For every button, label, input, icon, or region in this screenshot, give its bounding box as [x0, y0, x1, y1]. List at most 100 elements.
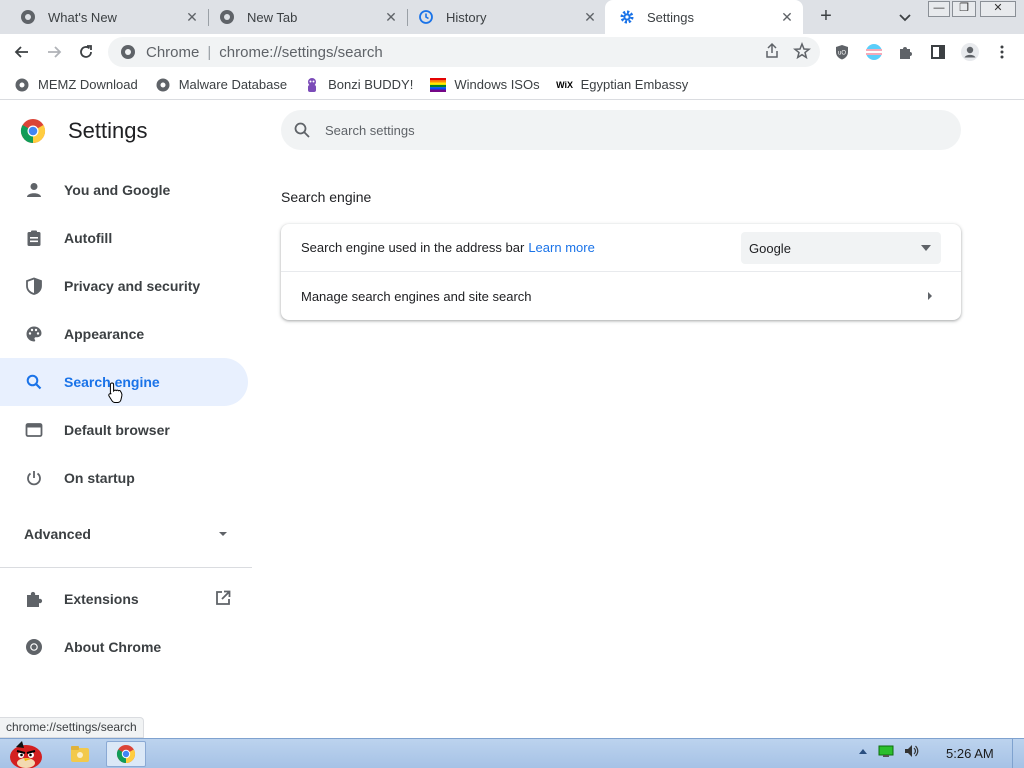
- site-info-chip[interactable]: Chrome: [120, 44, 199, 61]
- bookmark-memz-download[interactable]: MEMZ Download: [14, 77, 138, 93]
- bonzi-icon: [304, 77, 320, 93]
- forward-button[interactable]: [42, 40, 66, 64]
- sidebar-item-default-browser[interactable]: Default browser: [0, 406, 248, 454]
- toolbar: Chrome | chrome://settings/search uO: [0, 34, 1024, 70]
- show-desktop-button[interactable]: [1012, 739, 1024, 768]
- sidebar-divider: [0, 567, 252, 568]
- trans-flag-icon: [866, 44, 882, 60]
- tab-title: New Tab: [247, 9, 298, 25]
- close-window-button[interactable]: ✕: [980, 1, 1016, 17]
- share-icon[interactable]: [762, 41, 782, 61]
- close-icon[interactable]: ✕: [383, 9, 399, 25]
- settings-search-box[interactable]: [281, 110, 961, 150]
- status-bubble: chrome://settings/search: [0, 717, 144, 738]
- bookmarks-bar: MEMZ Download Malware Database Bonzi BUD…: [0, 70, 1024, 100]
- system-tray: [858, 744, 920, 758]
- close-icon[interactable]: ✕: [582, 9, 598, 25]
- close-icon[interactable]: ✕: [184, 9, 200, 25]
- extensions-button[interactable]: [894, 40, 918, 64]
- bookmark-star-icon[interactable]: [792, 41, 812, 61]
- svg-text:uO: uO: [838, 51, 846, 57]
- new-tab-button[interactable]: +: [814, 5, 838, 29]
- chrome-logo-icon: [20, 119, 46, 143]
- sidebar-item-privacy-and-security[interactable]: Privacy and security: [0, 262, 248, 310]
- address-bar[interactable]: Chrome | chrome://settings/search: [108, 37, 820, 67]
- open-in-new-icon[interactable]: [214, 589, 232, 607]
- sidebar-item-you-and-google[interactable]: You and Google: [0, 166, 248, 214]
- sidebar-item-about-chrome[interactable]: About Chrome: [0, 623, 248, 671]
- bookmark-egyptian-embassy[interactable]: WiX Egyptian Embassy: [556, 77, 688, 93]
- search-icon: [24, 372, 44, 392]
- sidebar-item-search-engine[interactable]: Search engine: [0, 358, 248, 406]
- learn-more-link[interactable]: Learn more: [528, 240, 594, 255]
- ublock-extension-button[interactable]: uO: [830, 40, 854, 64]
- settings-sidebar: You and Google Autofill Privacy and secu…: [0, 166, 252, 502]
- taskbar-app-explorer[interactable]: [60, 741, 100, 767]
- puzzle-icon: [900, 47, 912, 59]
- close-icon[interactable]: ✕: [779, 9, 795, 25]
- ublock-shield-icon: uO: [836, 45, 848, 60]
- search-engine-select[interactable]: Google: [741, 232, 941, 264]
- search-input[interactable]: [325, 122, 925, 138]
- tray-expand-icon[interactable]: [858, 747, 868, 755]
- reload-button[interactable]: [74, 40, 98, 64]
- rainbow-flag-icon: [430, 77, 447, 93]
- url-text[interactable]: chrome://settings/search: [219, 44, 382, 61]
- power-icon: [24, 468, 44, 488]
- tab-new-tab[interactable]: New Tab ✕: [205, 0, 407, 34]
- sidebar-item-extensions[interactable]: Extensions: [0, 575, 248, 623]
- chrome-logo-icon: [121, 45, 135, 59]
- sidebar-item-autofill[interactable]: Autofill: [0, 214, 248, 262]
- side-panel-button[interactable]: [926, 40, 950, 64]
- bookmark-label: Malware Database: [178, 77, 288, 92]
- tab-whats-new[interactable]: What's New ✕: [6, 0, 208, 34]
- avatar-icon: [961, 43, 979, 61]
- bookmark-bonzi-buddy[interactable]: Bonzi BUDDY!: [304, 77, 413, 93]
- settings-header: Settings: [20, 118, 148, 144]
- advanced-section-toggle[interactable]: Advanced: [0, 510, 252, 558]
- search-engine-card: Search engine used in the address bar Le…: [281, 224, 961, 320]
- settings-sidebar-bottom: Extensions About Chrome: [0, 575, 252, 671]
- tab-search-button[interactable]: [894, 6, 916, 28]
- gear-icon: [619, 9, 635, 25]
- bookmark-malware-database[interactable]: Malware Database: [155, 77, 287, 93]
- bookmark-windows-isos[interactable]: Windows ISOs: [430, 77, 540, 93]
- angry-bird-start-icon: [10, 741, 42, 768]
- profile-button[interactable]: [958, 40, 982, 64]
- minimize-button[interactable]: —: [928, 1, 950, 17]
- network-icon[interactable]: [878, 744, 894, 758]
- caret-down-icon: [921, 245, 931, 251]
- chrome-logo-icon: [219, 9, 235, 25]
- sidebar-item-label: On startup: [64, 470, 135, 486]
- page-title: Settings: [68, 118, 148, 143]
- sidebar-item-label: You and Google: [64, 182, 171, 198]
- start-button[interactable]: [2, 741, 50, 768]
- tab-settings[interactable]: Settings ✕: [605, 0, 803, 34]
- bookmark-label: Bonzi BUDDY!: [328, 77, 414, 92]
- hand-cursor-icon: [108, 382, 123, 403]
- volume-icon[interactable]: [904, 744, 920, 758]
- sidebar-item-label: Privacy and security: [64, 278, 201, 294]
- taskbar-clock[interactable]: 5:26 AM: [946, 746, 994, 761]
- trans-flag-extension-button[interactable]: [862, 40, 886, 64]
- palette-icon: [24, 324, 44, 344]
- taskbar-app-chrome[interactable]: [106, 741, 146, 767]
- globe-icon: [155, 77, 171, 93]
- caret-down-icon: [219, 532, 227, 536]
- history-icon: [418, 9, 434, 25]
- reload-icon: [80, 45, 92, 58]
- restore-button[interactable]: ❐: [952, 1, 976, 17]
- forward-arrow-icon: [48, 46, 62, 58]
- menu-button[interactable]: [990, 40, 1014, 64]
- sidebar-item-appearance[interactable]: Appearance: [0, 310, 248, 358]
- chrome-logo-icon: [20, 9, 36, 25]
- row-label: Manage search engines and site search: [301, 288, 532, 304]
- address-bar-engine-row: Search engine used in the address bar Le…: [281, 224, 961, 272]
- omnibox-divider: |: [207, 43, 212, 61]
- sidebar-item-on-startup[interactable]: On startup: [0, 454, 248, 502]
- manage-search-engines-row[interactable]: Manage search engines and site search: [281, 272, 961, 320]
- folder-icon: [71, 746, 89, 762]
- tab-history[interactable]: History ✕: [404, 0, 606, 34]
- back-button[interactable]: [10, 40, 34, 64]
- wix-icon: WiX: [556, 79, 574, 90]
